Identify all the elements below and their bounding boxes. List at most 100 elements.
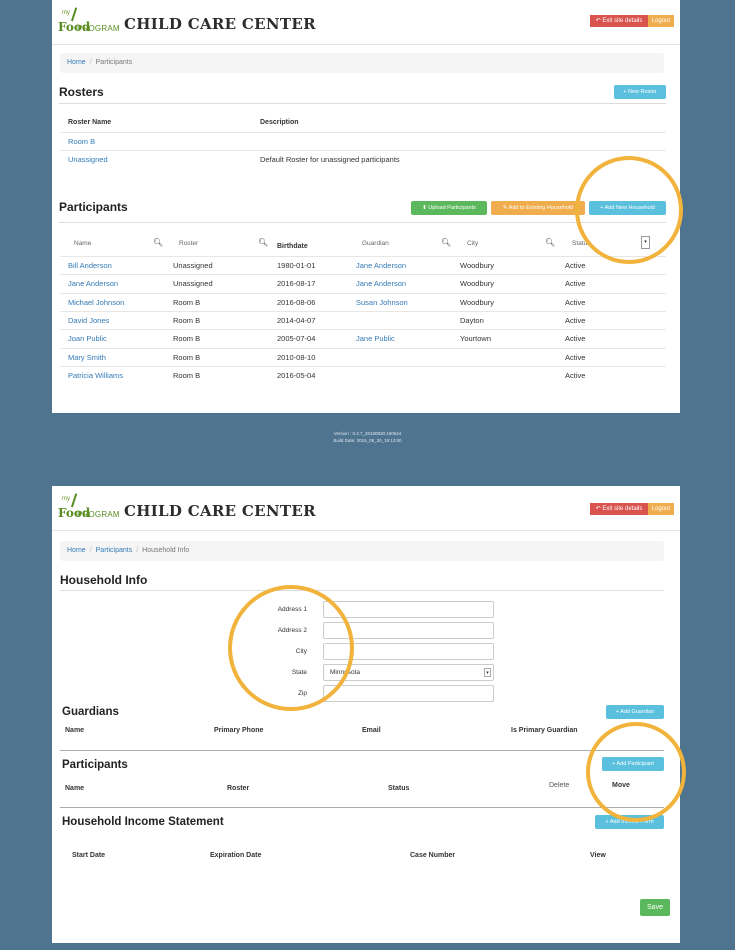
breadcrumb: Home / Participants (60, 53, 664, 73)
add-participant-button[interactable]: + Add Participant (602, 757, 664, 771)
search-icon[interactable]: 🔍︎ (258, 238, 268, 247)
participant-guardian-link[interactable]: Jane Anderson (356, 261, 406, 270)
add-guardian-button[interactable]: + Add Guardian (606, 705, 664, 719)
participant-roster: Unassigned (173, 261, 213, 270)
col-name[interactable]: Name (74, 240, 91, 247)
breadcrumb-home[interactable]: Home (67, 547, 86, 554)
state-label: State (291, 669, 307, 676)
version-text: Version : 0.2.7_20160830.160644 (333, 431, 402, 436)
breadcrumb-home[interactable]: Home (67, 59, 86, 66)
participant-guardian-link[interactable]: Jane Anderson (356, 279, 406, 288)
new-roster-button[interactable]: + New Roster (614, 85, 666, 99)
breadcrumb-household-info: Household Info (142, 547, 190, 554)
participant-name-link[interactable]: Joan Public (68, 334, 107, 343)
participants-heading: Participants (62, 759, 128, 771)
my-food-program-logo[interactable]: my Food PROGRAM (58, 493, 120, 524)
participants-page: my Food PROGRAM CHILD CARE CENTER ↶ Exit… (52, 0, 683, 413)
col-move: Move (612, 782, 630, 789)
add-income-form-button[interactable]: + Add Income Form (595, 815, 664, 829)
participant-guardian-link[interactable]: Susan Johnson (356, 298, 408, 307)
address1-label: Address 1 (277, 606, 307, 613)
rosters-heading: Rosters (59, 85, 104, 99)
zip-label: Zip (297, 690, 307, 697)
exit-label: Exit site details (602, 18, 643, 24)
participant-birthdate: 2010-08-10 (277, 352, 316, 362)
address2-input[interactable] (323, 622, 494, 639)
exit-site-details-button[interactable]: ↶ Exit site details (590, 15, 648, 27)
income-statement-heading: Household Income Statement (62, 816, 224, 828)
city-label: City (295, 648, 307, 655)
participant-status: Active (565, 370, 586, 380)
participant-birthdate: 2016-08-06 (277, 297, 316, 307)
exit-site-details-button[interactable]: ↶ Exit site details (590, 503, 648, 515)
guardians-heading: Guardians (62, 706, 119, 718)
participant-roster: Room B (173, 334, 201, 344)
app-title: CHILD CARE CENTER (124, 15, 316, 33)
roster-name-link[interactable]: Unassigned (68, 155, 108, 164)
participant-name-link[interactable]: Jane Anderson (68, 279, 118, 288)
city-input[interactable] (323, 643, 494, 660)
exit-label: Exit site details (602, 506, 643, 512)
col-roster[interactable]: Roster (179, 240, 198, 247)
col-email: Email (362, 727, 381, 734)
add-existing-label: Add to Existing Household (508, 205, 574, 211)
state-select[interactable]: Minnesota ▾ (323, 664, 494, 681)
logo-program-text: PROGRAM (77, 24, 120, 33)
participant-name-link[interactable]: Mary Smith (68, 353, 106, 362)
col-guardian[interactable]: Guardian (362, 240, 389, 247)
participant-name-link[interactable]: Michael Johnson (68, 298, 124, 307)
app-title: CHILD CARE CENTER (124, 502, 316, 520)
participant-city: Dayton (460, 315, 484, 325)
participants-divider (59, 222, 666, 223)
my-food-program-logo[interactable]: my Food PROGRAM (58, 7, 120, 38)
participant-roster: Room B (173, 370, 201, 380)
address2-label: Address 2 (277, 627, 307, 634)
status-filter-dropdown[interactable]: ▾ (641, 236, 650, 249)
participant-roster: Room B (173, 297, 201, 307)
participant-city: Woodbury (460, 297, 495, 307)
logo-my-text: my (62, 496, 70, 502)
participant-row: David Jones Room B 2014-04-07 Dayton Active (60, 310, 666, 329)
participant-name-link[interactable]: Bill Anderson (68, 261, 112, 270)
col-birthdate[interactable]: Birthdate (277, 243, 308, 250)
col-status[interactable]: Status (572, 240, 590, 247)
participant-name-link[interactable]: Patricia Williams (68, 371, 123, 380)
household-info-heading: Household Info (60, 573, 148, 587)
breadcrumb-separator: / (89, 547, 92, 554)
address1-input[interactable] (323, 601, 494, 618)
participant-status: Active (565, 297, 586, 307)
add-new-household-button[interactable]: + Add New Household (589, 201, 666, 215)
participant-row: Michael Johnson Room B 2016-08-06 Susan Joh… (60, 292, 666, 311)
household-divider (60, 590, 664, 591)
participant-birthdate: 2016-05-04 (277, 370, 316, 380)
participant-row: Joan Public Room B 2005-07-04 Jane Public Yo… (60, 329, 666, 347)
save-button[interactable]: Save (640, 899, 670, 916)
search-icon[interactable]: 🔍︎ (153, 238, 163, 247)
participant-row: Bill Anderson Unassigned 1980-01-01 Jane An… (60, 256, 666, 274)
upload-participants-button[interactable]: ⬆ Upload Participants (411, 201, 487, 215)
version-footer: Version : 0.2.7_20160830.160644 Build Da… (0, 430, 735, 444)
zip-input[interactable] (323, 685, 494, 702)
participant-birthdate: 1980-01-01 (277, 261, 316, 270)
col-is-primary-guardian: Is Primary Guardian (511, 727, 578, 734)
search-icon[interactable]: 🔍︎ (545, 238, 555, 247)
col-participant-roster: Roster (227, 785, 250, 792)
logout-button[interactable]: Logout (648, 15, 674, 27)
top-navbar: my Food PROGRAM CHILD CARE CENTER ↶ Exit… (52, 486, 680, 531)
state-selected-value: Minnesota (330, 669, 360, 676)
rosters-divider (59, 103, 666, 104)
participant-status: Active (565, 261, 586, 270)
breadcrumb-participants[interactable]: Participants (96, 547, 133, 554)
participant-name-link[interactable]: David Jones (68, 316, 109, 325)
logo-my-text: my (62, 10, 70, 16)
logout-button[interactable]: Logout (648, 503, 674, 515)
search-icon[interactable]: 🔍︎ (441, 238, 451, 247)
participant-birthdate: 2005-07-04 (277, 334, 316, 344)
participants-heading: Participants (59, 200, 128, 214)
add-to-existing-household-button[interactable]: ✎ Add to Existing Household (491, 201, 585, 215)
participant-city: Woodbury (460, 279, 495, 289)
roster-name-link[interactable]: Room B (68, 137, 95, 146)
col-city[interactable]: City (467, 240, 478, 247)
participant-guardian-link[interactable]: Jane Public (356, 334, 395, 343)
roster-description: Default Roster for unassigned participan… (260, 155, 400, 164)
